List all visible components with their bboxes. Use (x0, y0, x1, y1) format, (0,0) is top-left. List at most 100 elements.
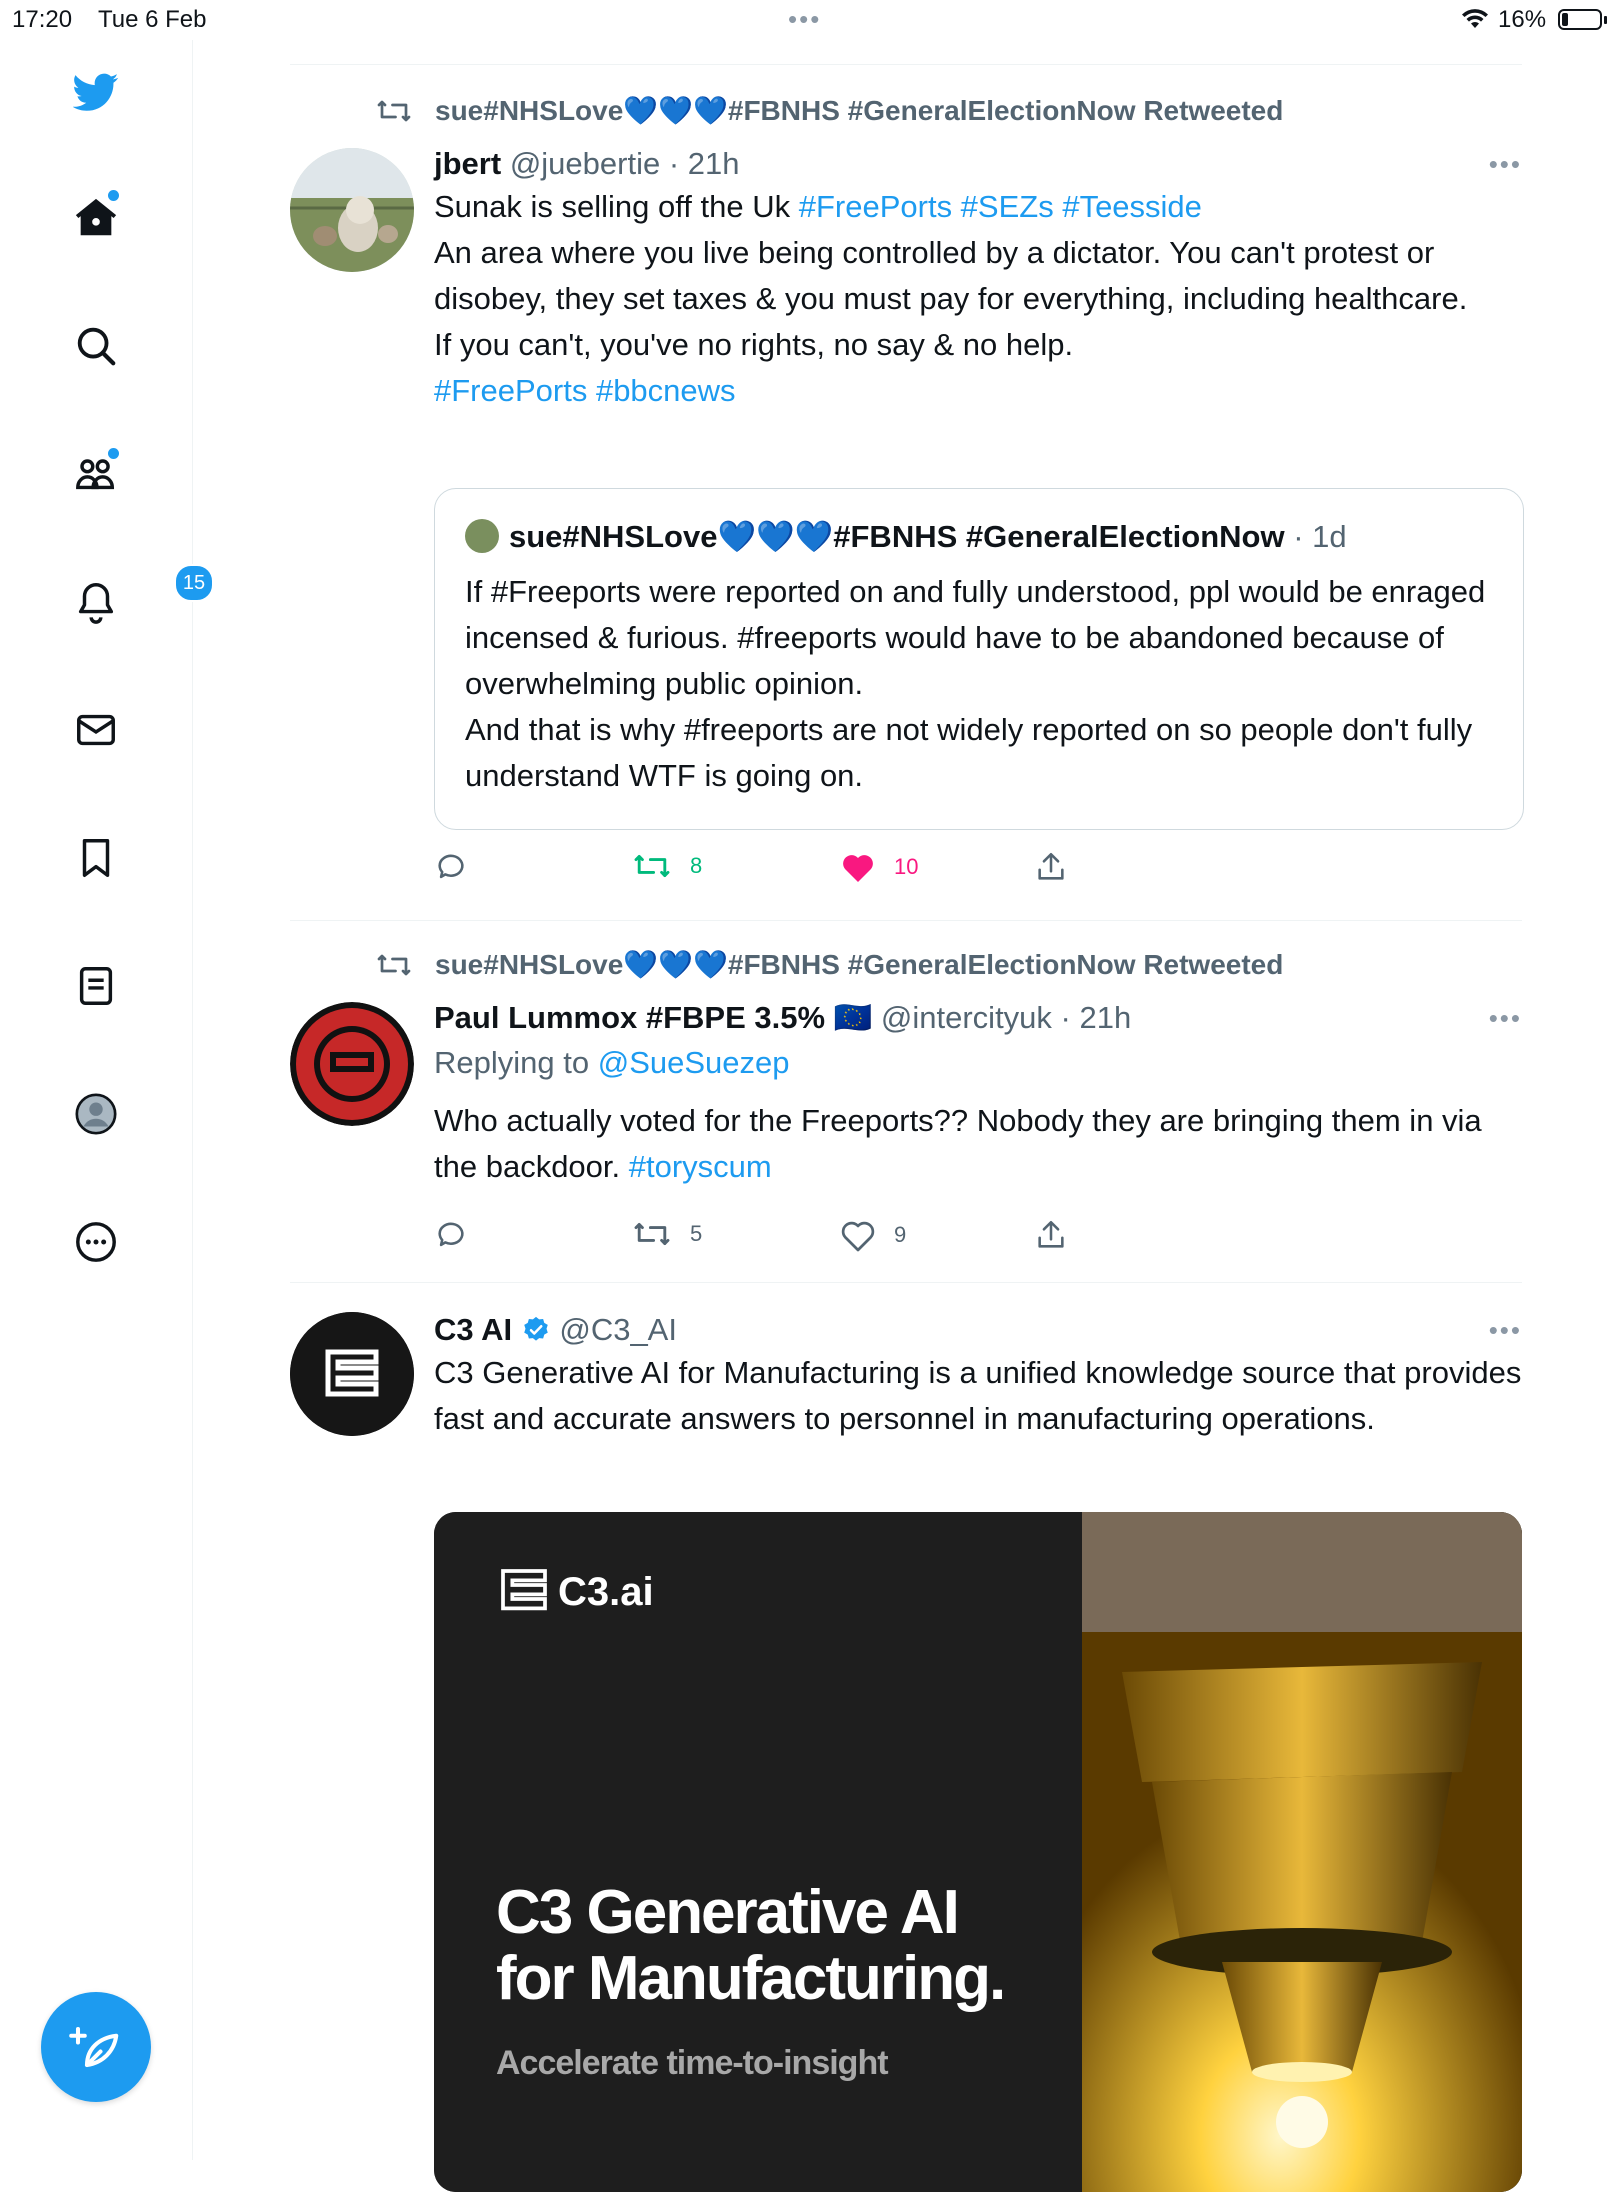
retweet-button[interactable]: 8 (632, 850, 702, 882)
tweet-text: Who actually voted for the Freeports?? N… (434, 1098, 1522, 1190)
tweet-1[interactable]: sue#NHSLove💙💙💙#FBNHS #GeneralElectionNow… (290, 94, 1524, 914)
retweet-context: sue#NHSLove💙💙💙#FBNHS #GeneralElectionNow… (375, 94, 1283, 127)
ad-headline: C3 Generative AI for Manufacturing. (496, 1878, 1006, 2013)
laser-cutter-photo (1082, 1512, 1522, 2192)
tweet-text: C3 Generative AI for Manufacturing is a … (434, 1355, 1522, 1436)
ad-image-card[interactable]: C3.ai C3 Generative AI for Manufacturing… (434, 1512, 1522, 2192)
reply-button[interactable] (434, 1218, 486, 1252)
twitter-logo-icon[interactable] (70, 66, 122, 118)
multitask-dots-icon[interactable]: ••• (788, 4, 821, 35)
compose-tweet-button[interactable] (41, 1992, 151, 2102)
notifications-bell-icon[interactable]: 15 (70, 564, 214, 628)
avatar[interactable] (290, 148, 414, 272)
tweet-time[interactable]: · 21h (1061, 1000, 1132, 1035)
status-date: Tue 6 Feb (98, 6, 207, 33)
retweeted-by-label[interactable]: sue#NHSLove💙💙💙#FBNHS #GeneralElectionNow… (435, 94, 1283, 127)
bookmarks-icon[interactable] (70, 832, 122, 884)
search-icon[interactable] (70, 320, 122, 372)
replying-to-label: Replying to (434, 1045, 598, 1080)
c3-logo-mark-icon (501, 1569, 547, 1611)
retweet-icon (634, 1222, 670, 1246)
battery-icon (1558, 9, 1607, 30)
like-count: 10 (894, 854, 919, 879)
quoted-tweet[interactable]: sue#NHSLove💙💙💙#FBNHS #GeneralElectionNow… (434, 488, 1524, 830)
aslef-logo-avatar (290, 1002, 414, 1126)
hashtag-links[interactable]: #FreePorts #SEZs #Teesside (799, 189, 1202, 224)
author-handle[interactable]: @intercityuk (881, 1000, 1052, 1035)
status-bar: 17:20 Tue 6 Feb ••• 16% (0, 0, 1620, 40)
ad-logo-text: C3.ai (558, 1569, 654, 1614)
sidebar-nav: 15 (0, 40, 214, 2160)
quoted-author-name: sue#NHSLove💙💙💙#FBNHS #GeneralElectionNow (509, 519, 1285, 554)
author-handle[interactable]: @C3_AI (559, 1312, 677, 1347)
profile-avatar-icon[interactable] (70, 1088, 122, 1140)
quoted-tweet-text: If #Freeports were reported on and fully… (465, 569, 1495, 799)
tweet-more-icon[interactable]: ••• (1489, 998, 1522, 1038)
communities-icon[interactable] (70, 448, 122, 500)
home-unread-dot (108, 190, 119, 201)
quoted-text-line: If #Freeports were reported on and fully… (465, 574, 1486, 701)
lists-icon[interactable] (70, 960, 122, 1012)
tweet-2[interactable]: sue#NHSLove💙💙💙#FBNHS #GeneralElectionNow… (290, 948, 1522, 1278)
hashtag-links[interactable]: #FreePorts #bbcnews (434, 368, 1522, 414)
like-count: 9 (894, 1222, 907, 1247)
tweet-actions: 8 10 (434, 850, 1522, 890)
retweeted-by-label[interactable]: sue#NHSLove💙💙💙#FBNHS #GeneralElectionNow… (435, 948, 1283, 981)
share-icon (1038, 852, 1064, 880)
like-button[interactable]: 9 (840, 1218, 906, 1252)
tweet-time[interactable]: · 21h (669, 146, 740, 181)
ad-headline-line: C3 Generative AI (496, 1878, 960, 1947)
quoted-tweet-header: sue#NHSLove💙💙💙#FBNHS #GeneralElectionNow… (465, 517, 1347, 557)
retweet-count: 5 (690, 1221, 703, 1246)
tweet-header: Paul Lummox #FBPE 3.5% 🇪🇺 @intercityuk ·… (434, 998, 1522, 1038)
retweet-count: 8 (690, 853, 703, 878)
like-button[interactable]: 10 (840, 850, 918, 884)
tweet-line: An area where you live being controlled … (434, 235, 1468, 316)
replying-to-handle[interactable]: @SueSuezep (598, 1045, 790, 1080)
retweet-icon (634, 854, 670, 878)
author-name[interactable]: jbert (434, 146, 501, 181)
heart-icon (841, 1221, 875, 1252)
retweet-context: sue#NHSLove💙💙💙#FBNHS #GeneralElectionNow… (375, 948, 1283, 981)
ad-headline-line: for Manufacturing. (496, 1944, 1006, 2013)
ad-dark-panel: C3.ai C3 Generative AI for Manufacturing… (434, 1512, 1082, 2192)
heart-filled-icon (843, 855, 873, 882)
tweet-body: Who actually voted for the Freeports?? N… (434, 1103, 1482, 1184)
wifi-icon (1462, 9, 1488, 28)
c3-logo-avatar (290, 1312, 414, 1436)
messages-envelope-icon[interactable] (70, 704, 122, 756)
reply-icon (438, 854, 464, 879)
share-icon (1038, 1220, 1064, 1248)
compose-feather-icon (69, 2026, 119, 2068)
tweet-more-icon[interactable]: ••• (1489, 144, 1522, 184)
tweet-header: C3 AI @C3_AI ••• (434, 1310, 1522, 1350)
feed-divider (290, 1282, 1522, 1283)
alpaca-avatar-image (290, 148, 414, 272)
tweet-actions: 5 9 (434, 1218, 1522, 1258)
more-options-icon[interactable] (70, 1216, 122, 1268)
avatar[interactable] (290, 1002, 414, 1126)
home-icon[interactable] (70, 190, 122, 244)
verified-badge-icon (523, 1316, 548, 1341)
reply-button[interactable] (434, 850, 486, 884)
retweet-button[interactable]: 5 (632, 1218, 702, 1250)
tweet-line: If you can't, you've no rights, no say &… (434, 327, 1074, 362)
tweet-text: Sunak is selling off the Uk #FreePorts #… (434, 184, 1522, 414)
replying-to: Replying to @SueSuezep (434, 1040, 1522, 1086)
retweet-icon (377, 954, 411, 975)
tweet-3[interactable]: C3 AI @C3_AI ••• C3 Generative AI for Ma… (290, 1310, 1522, 2192)
avatar[interactable] (290, 1312, 414, 1436)
feed-divider (290, 64, 1522, 65)
ad-logo: C3.ai (496, 1564, 654, 1620)
ad-subline: Accelerate time-to-insight (496, 2044, 889, 2082)
tweet-header: jbert @juebertie · 21h ••• (434, 144, 1522, 184)
share-button[interactable] (1034, 850, 1086, 884)
tweet-line: Sunak is selling off the Uk (434, 189, 799, 224)
hashtag-link[interactable]: #toryscum (629, 1149, 772, 1184)
quoted-author-avatar (465, 519, 499, 553)
share-button[interactable] (1034, 1218, 1086, 1252)
author-name[interactable]: C3 AI (434, 1312, 512, 1347)
author-handle[interactable]: @juebertie (510, 146, 660, 181)
tweet-more-icon[interactable]: ••• (1489, 1310, 1522, 1350)
author-name[interactable]: Paul Lummox #FBPE 3.5% 🇪🇺 (434, 1000, 872, 1035)
